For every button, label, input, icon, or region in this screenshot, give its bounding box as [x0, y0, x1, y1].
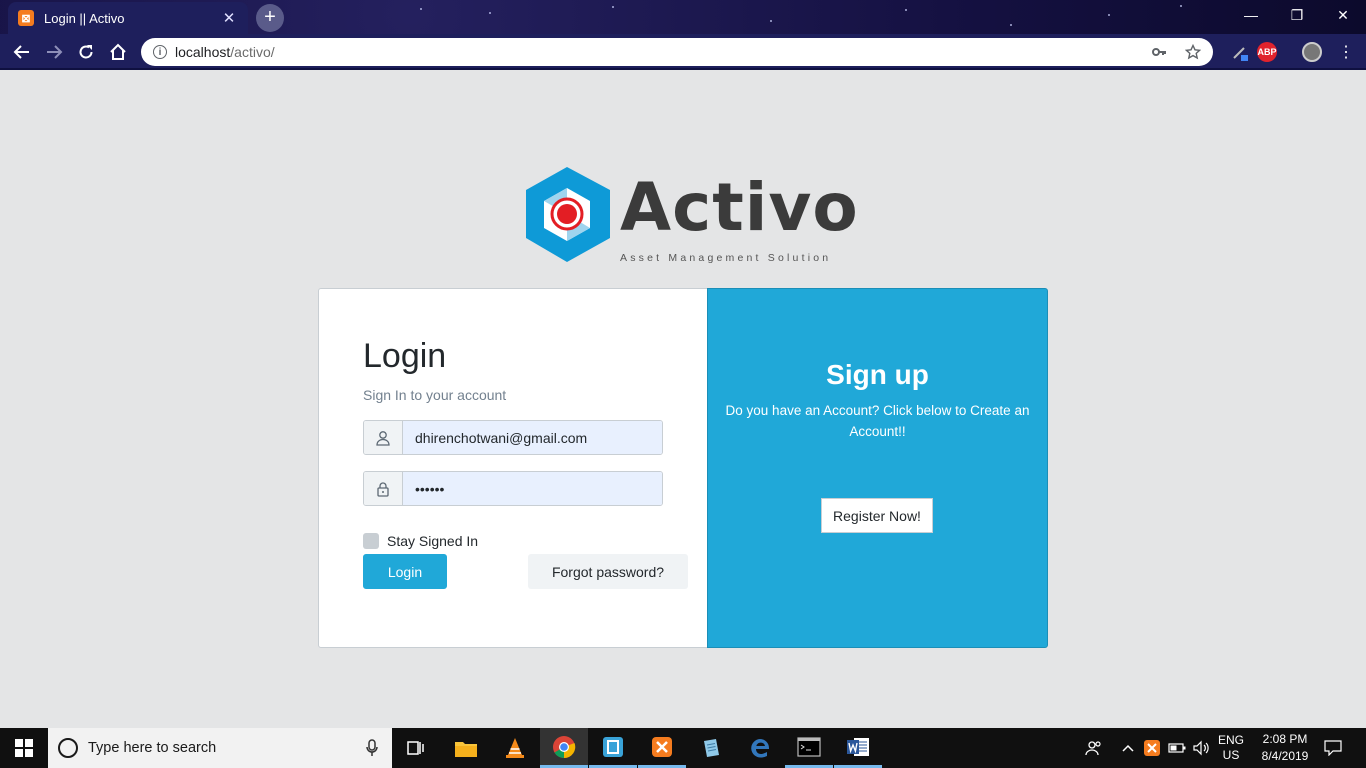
taskbar-search-box[interactable]: Type here to search: [48, 728, 392, 768]
email-field: [363, 420, 663, 455]
xampp-favicon-icon: ⊠: [18, 10, 34, 26]
forward-button[interactable]: [40, 38, 68, 66]
browser-titlebar: ⊠ Login || Activo ✕ + — ❐ ✕: [0, 0, 1366, 34]
back-button[interactable]: [8, 38, 36, 66]
reload-button[interactable]: [72, 38, 100, 66]
notifications-icon[interactable]: [1318, 728, 1348, 768]
email-input[interactable]: [403, 421, 662, 454]
star-bookmark-icon[interactable]: [1185, 44, 1201, 60]
arrow-right-icon: [47, 45, 63, 59]
chrome-icon[interactable]: [540, 728, 588, 768]
windows-taskbar: Type here to search ENG US 2:08 PM 8/4/2…: [0, 728, 1366, 768]
terminal-icon[interactable]: [785, 728, 833, 768]
tab-title: Login || Activo: [44, 10, 125, 26]
edge-icon[interactable]: [736, 728, 784, 768]
clock-date: 8/4/2019: [1261, 749, 1309, 763]
signup-card: Sign up Do you have an Account? Click be…: [707, 288, 1048, 648]
restore-button[interactable]: ❐: [1274, 0, 1320, 30]
cortana-icon: [58, 738, 78, 758]
browser-toolbar: i localhost/activo/ ABP ⋮: [0, 34, 1366, 70]
browser-tab[interactable]: ⊠ Login || Activo ✕: [8, 2, 248, 34]
clock[interactable]: 2:08 PM 8/4/2019: [1252, 728, 1318, 768]
adblock-plus-icon[interactable]: ABP: [1257, 42, 1277, 62]
word-icon[interactable]: [834, 728, 882, 768]
tab-close-icon[interactable]: ✕: [220, 9, 238, 27]
keyboard-region: US: [1222, 748, 1240, 762]
reload-icon: [79, 45, 93, 59]
volume-icon[interactable]: [1190, 728, 1212, 768]
register-now-button[interactable]: Register Now!: [821, 498, 933, 533]
login-button[interactable]: Login: [363, 554, 447, 589]
new-tab-button[interactable]: +: [256, 4, 284, 32]
login-subtitle: Sign In to your account: [363, 387, 507, 403]
battery-icon[interactable]: [1166, 728, 1188, 768]
url-host: localhost: [175, 44, 231, 60]
editor-app-icon[interactable]: [589, 728, 637, 768]
address-bar[interactable]: i localhost/activo/: [141, 38, 1213, 66]
arrow-left-icon: [13, 45, 29, 59]
notepad-app-icon[interactable]: [687, 728, 735, 768]
signup-title: Sign up: [826, 359, 929, 390]
stay-signed-in-row: Stay Signed In: [363, 533, 478, 549]
people-icon[interactable]: [1080, 728, 1108, 768]
activo-hexagon-icon: [526, 167, 610, 262]
signup-text: Do you have an Account? Click below to C…: [725, 403, 1030, 439]
search-placeholder: Type here to search: [88, 740, 217, 756]
file-explorer-icon[interactable]: [442, 728, 490, 768]
minimize-button[interactable]: —: [1228, 0, 1274, 30]
xampp-tray-icon[interactable]: [1142, 728, 1162, 768]
language-code: ENG: [1217, 733, 1244, 747]
url-path: /activo/: [230, 44, 275, 60]
chevron-up-icon[interactable]: [1118, 728, 1138, 768]
stay-signed-in-checkbox[interactable]: [363, 533, 379, 549]
info-icon[interactable]: i: [153, 45, 167, 59]
password-input[interactable]: [403, 472, 662, 505]
home-button[interactable]: [104, 38, 132, 66]
logo-wordmark: Activo: [620, 169, 859, 246]
activo-logo: Activo Asset Management Solution: [524, 166, 858, 266]
user-icon: [364, 421, 403, 454]
language-indicator[interactable]: ENG US: [1214, 728, 1248, 768]
xampp-icon[interactable]: [638, 728, 686, 768]
windows-logo-icon: [15, 739, 33, 757]
forgot-password-button[interactable]: Forgot password?: [528, 554, 688, 589]
key-icon[interactable]: [1151, 44, 1167, 60]
profile-avatar[interactable]: [1302, 42, 1322, 62]
menu-kebab-icon[interactable]: ⋮: [1336, 42, 1356, 62]
vlc-icon[interactable]: [491, 728, 539, 768]
logo-tagline: Asset Management Solution: [620, 252, 832, 264]
password-field: [363, 471, 663, 506]
login-card: Login Sign In to your account Stay Signe…: [318, 288, 708, 648]
lock-icon: [364, 472, 403, 505]
microphone-icon[interactable]: [366, 739, 378, 757]
window-close-button[interactable]: ✕: [1320, 0, 1366, 30]
stay-signed-in-label[interactable]: Stay Signed In: [387, 533, 478, 549]
home-icon: [110, 43, 126, 60]
start-button[interactable]: [0, 728, 48, 768]
clock-time: 2:08 PM: [1262, 732, 1308, 746]
login-title: Login: [363, 337, 447, 375]
pen-extension-icon[interactable]: [1230, 42, 1250, 62]
task-view-icon[interactable]: [392, 728, 440, 768]
